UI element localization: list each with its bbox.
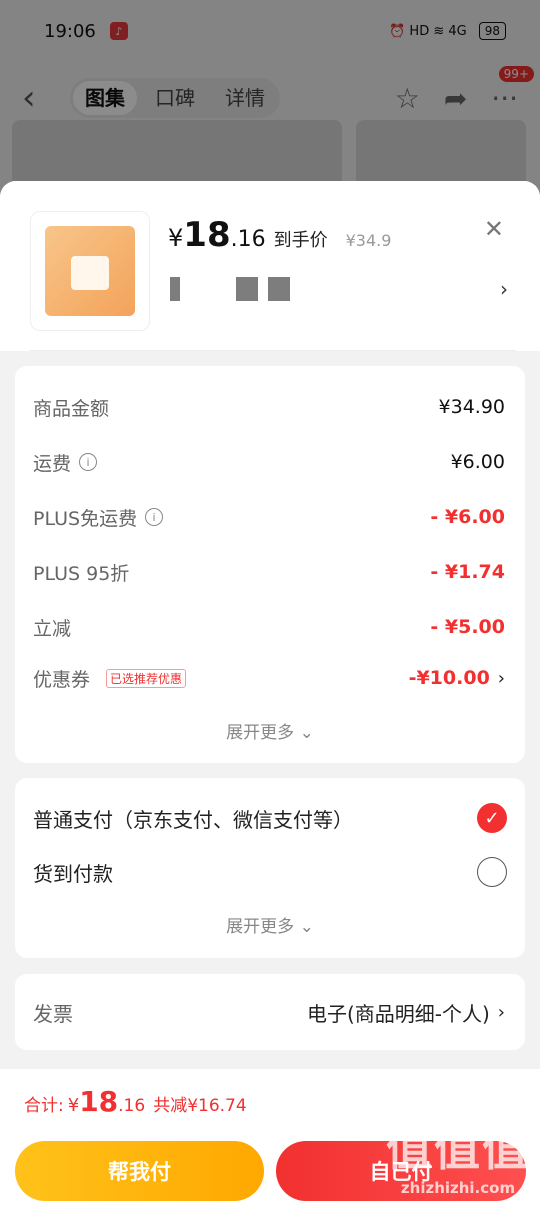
divider [30,350,516,351]
product-image [30,211,150,331]
checkout-sheet: ¥ 18 .16 到手价 ¥34.9 ✕ › 商品金额 ¥34.90 运费 i ¥… [0,181,540,1207]
invoice-value: 电子(商品明细-个人) [306,1001,490,1026]
product-summary: ¥ 18 .16 到手价 ¥34.9 ✕ › [0,181,540,351]
tissue-pack-image [45,226,135,316]
price-row: ¥ 18 .16 到手价 ¥34.9 [168,215,391,255]
help-pay-button[interactable]: 帮我付 [15,1141,264,1201]
cost-value: - ¥5.00 [430,616,505,638]
total-integer: 18 [79,1085,119,1118]
cost-value: ¥34.90 [438,396,505,418]
payment-methods: 普通支付（京东支付、微信支付等） ✓ 货到付款 展开更多 ⌄ [15,778,525,958]
coupon-value: -¥10.00 [408,667,490,689]
spec-selector[interactable] [170,277,290,301]
redacted-block [170,277,180,301]
watermark-text: zhizhizhi.com [400,1179,516,1197]
expand-more-button[interactable]: 展开更多 ⌄ [15,912,525,937]
close-icon[interactable]: ✕ [484,215,504,243]
cost-label: PLUS 95折 [33,562,130,585]
cost-label: 商品金额 [33,397,110,420]
cost-row: 商品金额 ¥34.90 [33,392,505,422]
cost-row: PLUS 95折 - ¥1.74 [33,557,505,587]
invoice-label: 发票 [33,1001,73,1026]
total-row: 合计: ¥ 18 .16 共减¥16.74 [24,1085,247,1118]
invoice-card[interactable]: 发票 电子(商品明细-个人) › [15,974,525,1050]
total-decimal: .16 [118,1096,146,1116]
payment-option-label: 货到付款 [33,861,113,886]
payment-option[interactable]: 普通支付（京东支付、微信支付等） ✓ [33,802,507,834]
chevron-right-icon[interactable]: › [500,277,508,301]
payment-option-label: 普通支付（京东支付、微信支付等） [33,807,353,832]
redacted-block [236,277,258,301]
cost-row: 立减 - ¥5.00 [33,612,505,642]
info-icon[interactable]: i [145,508,164,526]
total-label: 合计: [24,1096,64,1116]
coupon-label: 优惠券 [33,668,91,691]
chevron-right-icon[interactable]: › [498,1002,505,1023]
coupon-row[interactable]: 优惠券 已选推荐优惠 -¥10.00 › [33,663,505,693]
cost-label: 立减 [33,617,72,640]
cost-value: - ¥6.00 [430,506,505,528]
redacted-block [268,277,290,301]
payment-option[interactable]: 货到付款 [33,856,507,888]
price-integer: 18 [183,215,231,255]
price-label: 到手价 [273,230,328,251]
total-saved: 共减¥16.74 [153,1096,247,1116]
cost-value: - ¥1.74 [430,561,505,583]
coupon-tag: 已选推荐优惠 [106,668,187,688]
cost-row: PLUS免运费 i - ¥6.00 [33,502,505,532]
cost-value: ¥6.00 [450,451,505,473]
checked-radio-icon[interactable]: ✓ [477,803,507,833]
total-symbol: ¥ [67,1095,80,1116]
cost-label: PLUS免运费 [33,507,138,530]
price-symbol: ¥ [168,224,184,252]
watermark-logo: 值值值 [386,1122,530,1176]
chevron-right-icon[interactable]: › [498,668,505,689]
original-price: ¥34.9 [345,231,392,250]
cost-label: 运费 [33,452,72,475]
invoice-row[interactable]: 发票 电子(商品明细-个人) › [33,996,505,1028]
info-icon[interactable]: i [79,453,98,471]
price-decimal: .16 [230,227,266,252]
cost-breakdown: 商品金额 ¥34.90 运费 i ¥6.00 PLUS免运费 i - ¥6.00 P… [15,366,525,763]
cost-row: 运费 i ¥6.00 [33,447,505,477]
radio-icon[interactable] [477,857,507,887]
watermark: 值值值 zhizhizhi.com [386,1113,530,1197]
expand-more-button[interactable]: 展开更多 ⌄ [15,718,525,743]
